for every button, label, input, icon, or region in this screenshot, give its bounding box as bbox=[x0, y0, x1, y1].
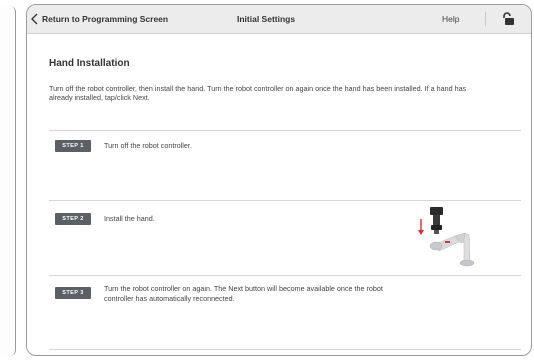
robot-hand-installation-illustration bbox=[418, 207, 475, 267]
step-2-text: Install the hand. bbox=[104, 214, 155, 223]
header-bar: Return to Programming Screen Initial Set… bbox=[27, 5, 531, 34]
page-title: Hand Installation bbox=[49, 58, 130, 69]
step-1-badge: STEP 1 bbox=[55, 140, 91, 152]
return-to-programming-button[interactable]: Return to Programming Screen bbox=[29, 5, 168, 33]
divider bbox=[49, 200, 521, 201]
step-1-text: Turn off the robot controller. bbox=[104, 141, 192, 150]
header-separator bbox=[485, 12, 486, 26]
unlock-icon[interactable] bbox=[500, 11, 516, 27]
initial-settings-panel: Return to Programming Screen Initial Set… bbox=[26, 4, 532, 356]
page-header-title: Initial Settings bbox=[237, 14, 296, 24]
step-3-text: Turn the robot controller on again. The … bbox=[104, 284, 383, 303]
step-3-badge: STEP 3 bbox=[55, 287, 91, 299]
background-window-edge bbox=[0, 6, 16, 356]
return-label: Return to Programming Screen bbox=[42, 14, 169, 24]
help-button[interactable]: Help bbox=[442, 5, 459, 33]
divider bbox=[49, 349, 521, 350]
chevron-left-icon bbox=[31, 13, 38, 25]
step-2-badge: STEP 2 bbox=[55, 213, 91, 225]
divider bbox=[49, 130, 521, 131]
intro-text: Turn off the robot controller, then inst… bbox=[49, 84, 467, 102]
divider bbox=[49, 275, 521, 276]
